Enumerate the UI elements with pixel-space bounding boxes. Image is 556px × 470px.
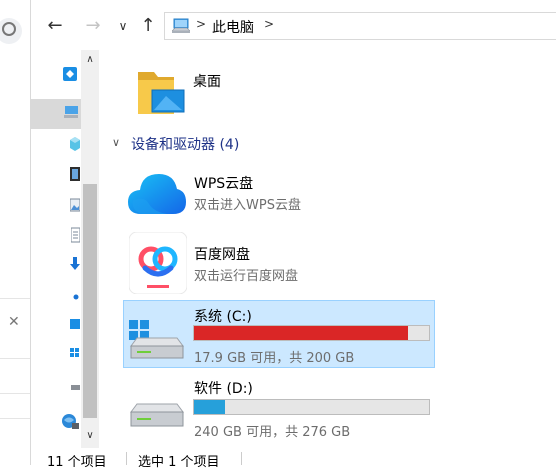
divider — [0, 393, 30, 394]
breadcrumb-separator[interactable]: > — [264, 17, 274, 31]
close-icon[interactable]: ✕ — [8, 314, 20, 330]
drive-c-name[interactable]: 系统 (C:) — [194, 306, 252, 326]
drive-d-name[interactable]: 软件 (D:) — [194, 378, 253, 398]
hard-drive-icon[interactable] — [127, 398, 185, 440]
status-selection-count: 选中 1 个项目 — [138, 455, 220, 470]
drive-c-usage-text: 17.9 GB 可用，共 200 GB — [194, 351, 355, 366]
status-divider — [126, 452, 127, 465]
group-collapse-chevron-icon[interactable]: ∨ — [112, 136, 120, 149]
recent-locations-button[interactable]: ∨ — [116, 17, 130, 35]
quick-access-icon[interactable] — [62, 66, 78, 82]
back-button[interactable]: ← — [44, 15, 66, 37]
videos-icon[interactable] — [70, 166, 80, 182]
up-button[interactable]: ↑ — [138, 15, 158, 37]
system-drive-icon[interactable] — [127, 318, 185, 360]
search-icon — [2, 22, 16, 36]
baidu-netdisk-subtitle: 双击运行百度网盘 — [194, 269, 299, 284]
breadcrumb-this-pc[interactable]: 此电脑 — [212, 17, 254, 37]
desktop-icon[interactable] — [70, 317, 80, 333]
scroll-down-arrow-icon[interactable]: ∨ — [81, 428, 99, 444]
scroll-thumb[interactable] — [83, 184, 97, 418]
pictures-icon[interactable] — [70, 197, 80, 213]
drive-d-usage-text: 240 GB 可用，共 276 GB — [194, 425, 351, 440]
drive-d-capacity-bar — [193, 399, 430, 415]
background-window-strip — [0, 0, 30, 465]
this-pc-icon[interactable] — [64, 104, 78, 120]
drive-c-capacity-fill — [194, 326, 408, 340]
scroll-up-arrow-icon[interactable]: ∧ — [81, 52, 99, 68]
status-item-count: 11 个项目 — [47, 455, 107, 470]
3d-objects-icon[interactable] — [70, 136, 80, 152]
baidu-netdisk-name[interactable]: 百度网盘 — [194, 244, 250, 264]
wps-cloud-subtitle: 双击进入WPS云盘 — [194, 198, 301, 213]
divider — [0, 358, 30, 359]
divider — [0, 298, 30, 299]
documents-icon[interactable] — [71, 227, 80, 243]
baidu-netdisk-icon[interactable] — [129, 232, 187, 294]
folder-name[interactable]: 桌面 — [193, 71, 221, 91]
music-icon[interactable] — [73, 292, 79, 300]
group-header-devices-and-drives[interactable]: 设备和驱动器 (4) — [131, 134, 239, 154]
status-divider — [241, 452, 242, 465]
this-pc-icon — [172, 18, 190, 33]
status-bar — [31, 448, 556, 465]
desktop-folder-icon[interactable] — [136, 66, 186, 118]
drive-icon[interactable] — [71, 382, 80, 392]
drive-c-capacity-bar — [193, 325, 430, 341]
downloads-icon[interactable] — [70, 256, 80, 272]
forward-button[interactable]: → — [82, 15, 104, 37]
network-icon[interactable] — [60, 413, 80, 431]
drive-d-capacity-fill — [194, 400, 225, 414]
wps-cloud-name[interactable]: WPS云盘 — [194, 173, 253, 193]
divider — [0, 418, 30, 419]
wps-cloud-icon[interactable] — [127, 170, 187, 216]
breadcrumb-separator[interactable]: > — [196, 17, 206, 31]
windows-drive-icon[interactable] — [70, 347, 80, 361]
